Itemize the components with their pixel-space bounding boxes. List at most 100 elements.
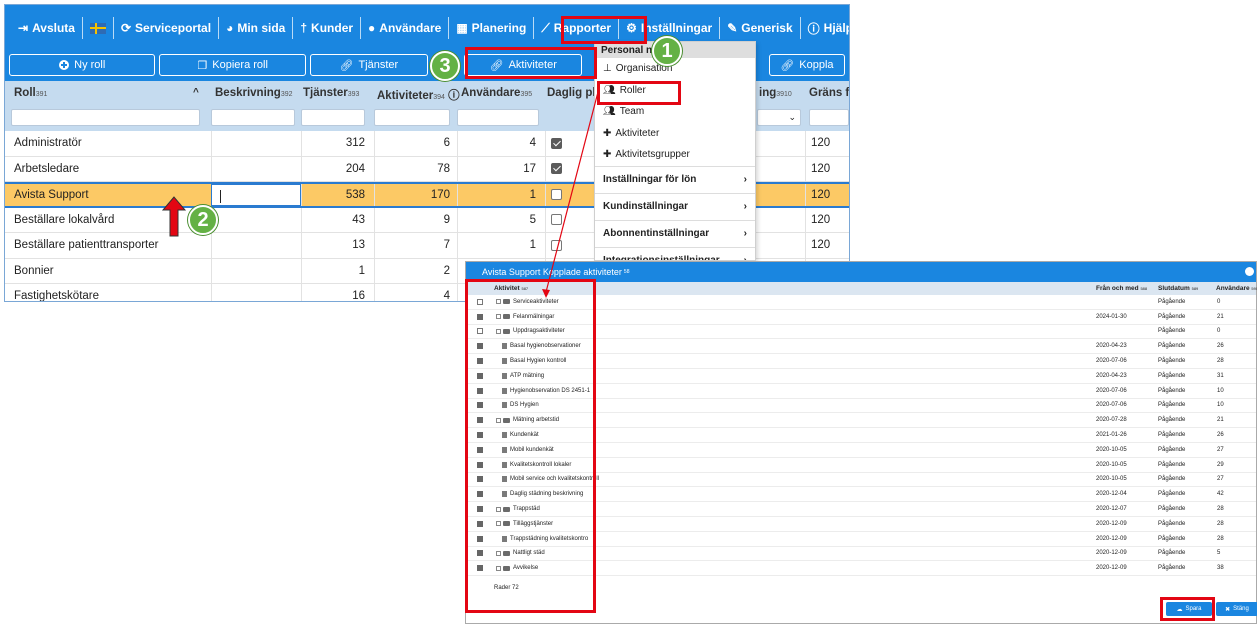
cell-from: 2020-12-09: [1096, 550, 1127, 557]
col-role[interactable]: Roll391: [14, 87, 47, 99]
daily-checkbox[interactable]: [551, 137, 562, 149]
cell-end: Pågående: [1158, 476, 1186, 483]
nav-item-10[interactable]: ⓘHjälp/Support: [801, 17, 849, 39]
cell-limit: 120: [811, 162, 831, 175]
services-filter-input[interactable]: [301, 109, 365, 126]
users-filter-input[interactable]: [457, 109, 539, 126]
cell-activities: 7: [443, 239, 450, 252]
cell-users: 29: [1217, 461, 1224, 468]
close-circle-icon: ✖: [1225, 606, 1231, 613]
sitemap-icon: ⊥: [603, 63, 612, 75]
cell-end: Pågående: [1158, 313, 1186, 320]
info-icon: ⓘ: [448, 90, 460, 102]
cell-limit: 120: [811, 239, 831, 252]
cell-users: 42: [1217, 491, 1224, 498]
services-button[interactable]: 🔗︎ Tjänster: [309, 54, 428, 76]
submenu-item[interactable]: Integrationsinställningar ›: [595, 246, 755, 260]
services-label: Tjänster: [358, 59, 399, 71]
new-role-button[interactable]: Ny roll: [9, 54, 156, 76]
description-edit-input[interactable]: [211, 184, 301, 206]
cell-limit: 120: [811, 188, 831, 201]
daily-checkbox[interactable]: [551, 163, 562, 175]
cell-users: 0: [1217, 328, 1221, 335]
menu-item-aktiviteter[interactable]: ✚ Aktiviteter: [595, 123, 755, 145]
cell-from: 2020-07-28: [1096, 417, 1127, 424]
nav-item-6[interactable]: ▦ Planering: [449, 17, 535, 39]
cell-end: Pågående: [1158, 328, 1186, 335]
cell-end: Pågående: [1158, 358, 1186, 365]
cell-from: 2020-07-06: [1096, 387, 1127, 394]
menu-item-label: Team: [619, 106, 645, 118]
cell-users: 26: [1217, 432, 1224, 439]
cell-users: 27: [1217, 446, 1224, 453]
submenu-item[interactable]: Kundinställningar ›: [595, 192, 755, 220]
highlight-roles: [597, 81, 681, 105]
step-1-marker: 1: [652, 36, 682, 66]
close-icon[interactable]: [1245, 267, 1254, 276]
chevron-right-icon: ›: [743, 201, 747, 212]
nav-item-1[interactable]: [83, 17, 114, 39]
menu-item-label: Aktivitetsgrupper: [615, 149, 690, 161]
nav-item-4[interactable]: † Kunder: [293, 17, 362, 39]
menu-item-aktivitetsgrupper[interactable]: ✚ Aktivitetsgrupper: [595, 144, 755, 166]
highlight-activity-list: [465, 279, 596, 613]
copy-role-button[interactable]: ❐ Kopiera roll: [159, 54, 306, 76]
cell-users: 1: [529, 188, 536, 201]
close-button[interactable]: ✖ Stäng: [1216, 602, 1257, 616]
cell-role: Bonnier: [14, 264, 54, 277]
nav-item-5[interactable]: ● Användare: [361, 17, 450, 39]
col-activities[interactable]: Aktiviteter394 ⓘ: [377, 87, 460, 103]
nav-item-3[interactable]: ◕ Min sida: [219, 17, 294, 39]
sort-asc-icon[interactable]: ^: [193, 87, 199, 98]
cell-from: 2020-04-23: [1096, 372, 1127, 379]
description-filter-input[interactable]: [211, 109, 295, 126]
cell-users: 1: [529, 239, 536, 252]
daily-checkbox[interactable]: [551, 239, 562, 251]
cell-users: 0: [1217, 298, 1221, 305]
cell-users: 27: [1217, 476, 1224, 483]
menu-item-label: Aktiviteter: [615, 127, 660, 139]
highlight-save: [1160, 597, 1215, 621]
col-hidden[interactable]: ing3910: [759, 87, 792, 99]
linked-button[interactable]: 🔗︎ Koppla: [768, 54, 845, 76]
link-icon: 🔗︎: [339, 59, 354, 72]
role-filter-input[interactable]: [11, 109, 200, 126]
nav-item-label: Hjälp/Support: [823, 21, 849, 35]
dlg-col-from[interactable]: Från och med 588: [1096, 285, 1147, 292]
cell-users: 17: [523, 162, 536, 175]
nav-item-2[interactable]: ⟳ Serviceportal: [114, 17, 220, 39]
daily-checkbox[interactable]: [551, 214, 562, 226]
dlg-col-end[interactable]: Slutdatum 589: [1158, 285, 1198, 292]
nav-item-0[interactable]: ⇥ Avsluta: [11, 17, 83, 39]
user-icon: ●: [368, 21, 376, 35]
cell-users: 5: [529, 213, 536, 226]
cell-end: Pågående: [1158, 387, 1186, 394]
cell-end: Pågående: [1158, 461, 1186, 468]
cell-from: 2020-10-05: [1096, 446, 1127, 453]
new-role-label: Ny roll: [74, 59, 106, 71]
col-services[interactable]: Tjänster393: [303, 87, 359, 99]
users-icon: 👥︎: [603, 106, 616, 118]
nav-item-label: Kunder: [311, 21, 354, 35]
cell-from: 2020-04-23: [1096, 343, 1127, 350]
col-description[interactable]: Beskrivning392: [215, 87, 293, 99]
col-users[interactable]: Användare395: [461, 87, 532, 99]
dashboard-icon: ◕: [226, 21, 234, 35]
daily-checkbox[interactable]: [551, 189, 562, 201]
plus-icon: [59, 60, 70, 70]
submenu-item[interactable]: Inställningar för lön ›: [595, 165, 755, 193]
sync-icon: ⟳: [120, 21, 132, 35]
daily-filter-select[interactable]: ⌄: [757, 109, 801, 126]
cell-services: 312: [345, 137, 365, 150]
cell-users: 21: [1217, 417, 1224, 424]
col-limit[interactable]: Gräns fö: [809, 87, 849, 99]
cell-end: Pågående: [1158, 520, 1186, 527]
activities-filter-input[interactable]: [374, 109, 450, 126]
cell-users: 21: [1217, 313, 1224, 320]
nav-item-9[interactable]: ✎ Generisk: [720, 17, 801, 39]
puzzle-icon: ✚: [603, 149, 612, 161]
limit-filter-input[interactable]: [809, 109, 849, 126]
submenu-item[interactable]: Abonnentinställningar ›: [595, 219, 755, 247]
dlg-col-users[interactable]: Användare 590: [1216, 285, 1257, 292]
cell-role: Fastighetskötare: [14, 290, 100, 302]
